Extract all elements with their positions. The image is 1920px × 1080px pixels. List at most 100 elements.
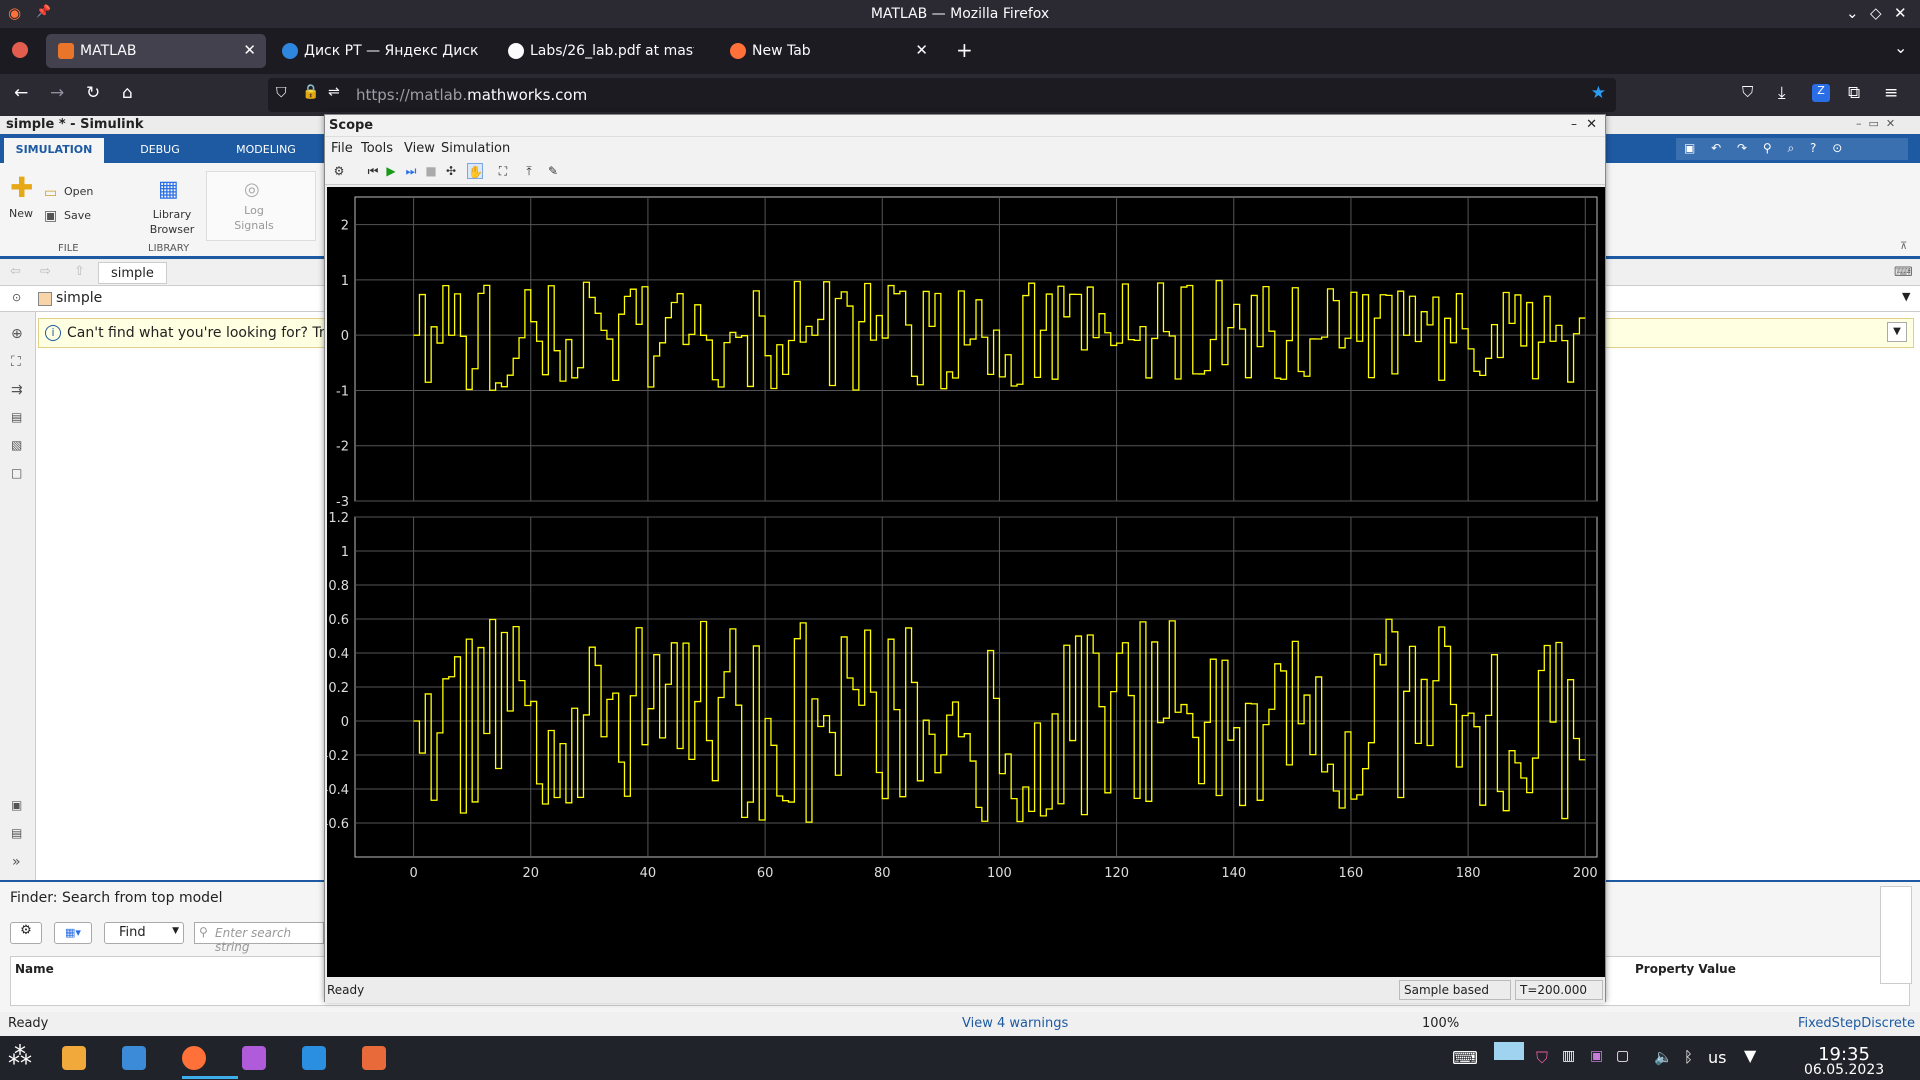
save-button[interactable]: Save (64, 209, 91, 222)
log-signals-button[interactable]: Log Signals (230, 203, 278, 233)
shield-icon[interactable]: ⛉ (1536, 1048, 1548, 1068)
annotation-icon[interactable]: ▤ (11, 410, 22, 424)
clipboard-icon[interactable]: ▢ (1616, 1048, 1629, 1064)
zoom-extents-icon[interactable]: ⛶ (495, 163, 511, 179)
home-icon[interactable]: ⌂ (122, 83, 133, 103)
new-tab-icon[interactable]: + (956, 38, 973, 62)
menu-icon[interactable]: ≡ (1884, 83, 1898, 103)
shield-icon[interactable]: ⛉ (276, 85, 287, 101)
forward-icon[interactable]: ⇨ (40, 264, 51, 279)
minimize-icon[interactable]: ⌄ (1846, 4, 1859, 22)
banner-dropdown-icon[interactable]: ▼ (1887, 322, 1907, 342)
permissions-icon[interactable]: ⇌ (328, 84, 340, 100)
tab-debug[interactable]: DEBUG (110, 138, 210, 163)
forward-icon[interactable]: → (50, 83, 64, 103)
column-name[interactable]: Name (15, 962, 54, 976)
image-icon[interactable]: ▧ (11, 438, 22, 452)
list-tabs-icon[interactable]: ⌄ (1894, 38, 1907, 57)
volume-icon[interactable]: 🔈 (1654, 1048, 1673, 1066)
simulink-window-controls[interactable]: – ▭ ✕ (1856, 117, 1895, 130)
library-browser-button[interactable]: Library Browser (146, 207, 198, 237)
finder-options-icon[interactable]: ⚙ (10, 922, 42, 944)
step-forward-icon[interactable]: ⏭ (403, 163, 419, 179)
keyboard-icon[interactable]: ⌨ (1894, 265, 1913, 280)
back-icon[interactable]: ⇦ (10, 264, 21, 279)
find-button[interactable]: Find ▼ (104, 922, 184, 944)
model-tab[interactable]: simple (98, 262, 167, 284)
wifi-icon[interactable]: ▼ (1744, 1046, 1756, 1065)
vscode-icon[interactable] (302, 1046, 326, 1070)
url-text[interactable]: https://matlab.mathworks.com (356, 86, 587, 104)
tab-matlab[interactable]: MATLAB ✕ (46, 34, 266, 68)
solver-link[interactable]: FixedStepDiscrete (1798, 1016, 1915, 1031)
bookmark-star-icon[interactable]: ★ (1591, 83, 1606, 103)
menu-file[interactable]: File (331, 141, 353, 156)
terminal-icon[interactable] (122, 1046, 146, 1070)
lock-icon[interactable]: 🔒 (302, 84, 319, 100)
menu-tools[interactable]: Tools (361, 141, 393, 156)
close-tab-icon[interactable]: ✕ (915, 41, 928, 59)
downloads-icon[interactable]: ⤓ (1778, 83, 1786, 103)
store-icon[interactable] (242, 1046, 266, 1070)
run-icon[interactable]: ▶ (383, 163, 399, 179)
image-viewer-icon[interactable] (362, 1046, 386, 1070)
keyboard-layout[interactable]: us (1708, 1048, 1726, 1067)
windows-icon[interactable]: ▥ (1562, 1048, 1575, 1064)
close-icon[interactable]: ✕ (1894, 4, 1907, 22)
pocket-icon[interactable]: ⛉ (1742, 83, 1753, 101)
settings-icon[interactable]: ⚙ (331, 163, 347, 179)
expand-icon[interactable]: » (12, 854, 21, 870)
new-button[interactable]: New (6, 207, 36, 220)
area-icon[interactable]: □ (11, 466, 22, 480)
open-button[interactable]: Open (64, 185, 93, 198)
extensions-icon[interactable]: ⧉ (1848, 83, 1860, 103)
collapse-ribbon-icon[interactable]: ⊼ (1900, 241, 1907, 252)
breadcrumb-item[interactable]: simple (56, 290, 102, 306)
column-property-value[interactable]: Property Value (1635, 962, 1736, 976)
tab-yandex-disk[interactable]: Диск РТ — Яндекс Диск (270, 34, 490, 68)
zotero-icon[interactable]: Z (1812, 84, 1830, 102)
zoom-icon[interactable]: ⊕ (11, 326, 23, 342)
tab-github[interactable]: Labs/26_lab.pdf at master (496, 34, 694, 68)
stop-icon[interactable]: ■ (423, 163, 439, 179)
scope-filter-icon[interactable]: ▦▾ (54, 922, 92, 944)
pan-icon[interactable]: ✋ (467, 163, 483, 179)
close-tab-icon[interactable]: ✕ (243, 41, 256, 59)
close-icon[interactable]: ✕ (1586, 117, 1597, 132)
back-icon[interactable]: ← (14, 83, 28, 103)
minimize-icon[interactable]: – (1571, 117, 1577, 131)
tab-modeling[interactable]: MODELING (216, 138, 316, 163)
desktop-preview-icon[interactable] (1494, 1042, 1524, 1060)
new-icon[interactable]: ✚ (10, 174, 34, 202)
bluetooth-icon[interactable]: ᛒ (1684, 1048, 1693, 1066)
clock-date[interactable]: 06.05.2023 (1804, 1062, 1884, 1078)
menu-view[interactable]: View (404, 141, 435, 156)
bag-icon[interactable]: ▣ (1590, 1048, 1603, 1064)
url-bar[interactable]: ⛉ 🔒 ⇌ https://matlab.mathworks.com ★ (268, 78, 1616, 112)
quick-access-toolbar[interactable]: ▣ ↶ ↷ ⚲ ⌕ ? ⊙ (1676, 138, 1908, 160)
camera-icon[interactable]: ▣ (11, 798, 22, 812)
measurements-icon[interactable]: ✎ (545, 163, 561, 179)
file-manager-icon[interactable] (62, 1046, 86, 1070)
highlight-icon[interactable]: ✣ (443, 163, 459, 179)
app-launcher-icon[interactable]: ⁂ (8, 1044, 32, 1068)
warnings-link[interactable]: View 4 warnings (962, 1016, 1068, 1031)
keyboard-icon[interactable]: ⌨ (1452, 1048, 1478, 1069)
tab-new-tab[interactable]: New Tab ✕ (718, 34, 938, 68)
chevron-down-icon[interactable]: ▼ (1902, 290, 1910, 303)
finder-side-tools[interactable] (1880, 886, 1912, 984)
firefox-account-icon[interactable] (12, 42, 28, 58)
hide-explorer-icon[interactable]: ⊙ (12, 291, 21, 304)
scope-plot-area[interactable]: 2 1 0 -1 -2 -31.2 1 0.8 0.6 0.4 0.2 0 -0.2 -0.4 -0.6 0 2… (324, 187, 1605, 977)
reload-icon[interactable]: ↻ (86, 83, 100, 103)
step-back-icon[interactable]: ⏮ (365, 163, 381, 179)
fit-view-icon[interactable]: ⛶ (11, 354, 21, 370)
firefox-icon[interactable] (182, 1046, 206, 1070)
menu-simulation[interactable]: Simulation (441, 141, 510, 156)
up-icon[interactable]: ⇧ (74, 264, 85, 279)
triggers-icon[interactable]: ⤒ (521, 163, 537, 179)
maximize-icon[interactable]: ◇ (1870, 4, 1882, 22)
arrange-icon[interactable]: ⇉ (11, 382, 23, 398)
search-input[interactable]: ⚲ Enter search string (194, 922, 324, 954)
model-browser-icon[interactable]: ▤ (11, 826, 22, 840)
